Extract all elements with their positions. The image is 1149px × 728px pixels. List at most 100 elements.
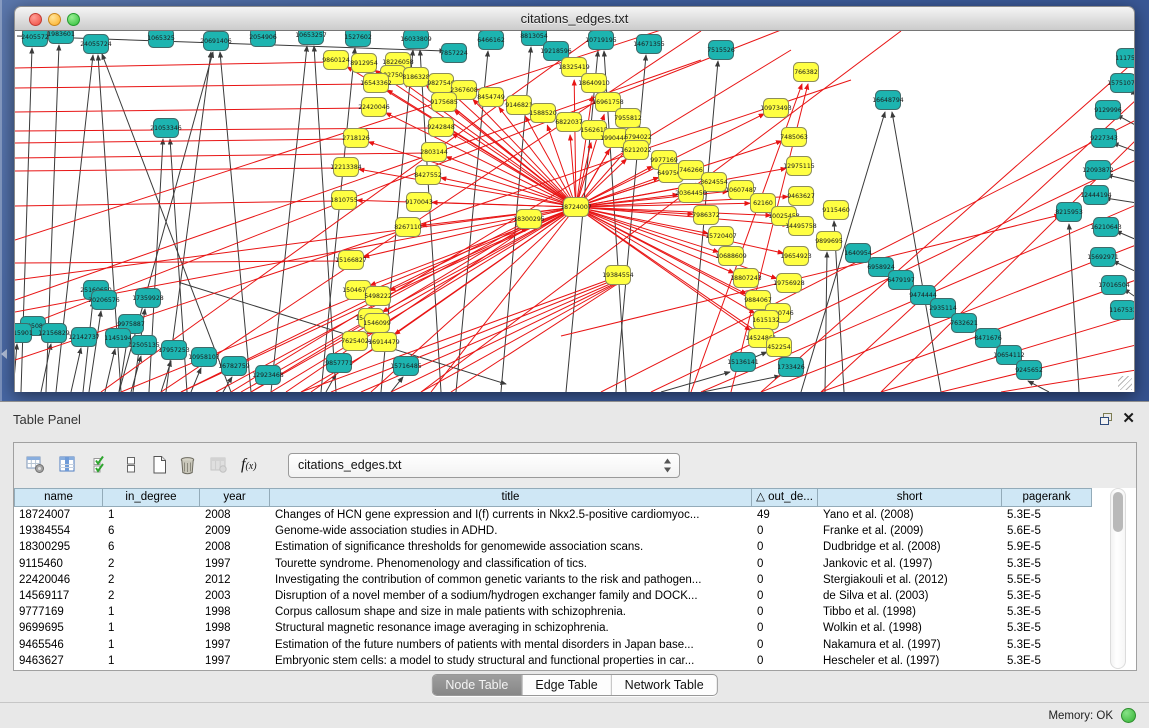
scrollbar-thumb[interactable] bbox=[1113, 492, 1123, 532]
cell-name[interactable]: 19384554 bbox=[14, 523, 103, 539]
cell-year[interactable]: 1998 bbox=[200, 620, 270, 636]
graph-node[interactable]: 9115460 bbox=[822, 201, 850, 220]
graph-node[interactable]: 10958107 bbox=[188, 348, 220, 367]
graph-node[interactable]: 1615132 bbox=[752, 311, 780, 330]
graph-node[interactable]: 20691406 bbox=[200, 32, 232, 51]
table-row[interactable]: 946362711997Embryonic stem cells: a mode… bbox=[14, 653, 1104, 669]
unselect-all-columns-icon[interactable] bbox=[124, 455, 138, 479]
cell-name[interactable]: 18724007 bbox=[14, 507, 103, 523]
graph-node[interactable]: 1117533 bbox=[1115, 49, 1134, 68]
cell-pagerank[interactable]: 5.3E-5 bbox=[1002, 637, 1092, 653]
column-header-short[interactable]: short bbox=[818, 488, 1002, 507]
cell-short[interactable]: Dudbridge et al. (2008) bbox=[818, 539, 1002, 555]
cell-in_degree[interactable]: 6 bbox=[103, 539, 200, 555]
graph-node[interactable]: 7955812 bbox=[614, 109, 642, 128]
graph-node[interactable]: 10973493 bbox=[760, 99, 792, 118]
cell-out_degree[interactable]: 0 bbox=[752, 604, 818, 620]
graph-node[interactable]: 12142737 bbox=[68, 328, 100, 347]
graph-node[interactable]: 9860124 bbox=[322, 51, 350, 70]
graph-node[interactable]: 12923468 bbox=[252, 366, 284, 385]
graph-node[interactable]: 1733426 bbox=[777, 358, 805, 377]
delete-column-icon[interactable] bbox=[177, 455, 198, 481]
cell-name[interactable]: 9777169 bbox=[14, 604, 103, 620]
table-row[interactable]: 2242004622012Investigating the contribut… bbox=[14, 572, 1104, 588]
graph-node[interactable]: 18640910 bbox=[578, 74, 610, 93]
graph-node[interactable]: 6479197 bbox=[887, 271, 915, 290]
graph-node[interactable]: 1065325 bbox=[147, 31, 175, 48]
cell-in_degree[interactable]: 1 bbox=[103, 620, 200, 636]
cell-pagerank[interactable]: 5.5E-5 bbox=[1002, 572, 1092, 588]
graph-node[interactable]: 9463627 bbox=[787, 187, 815, 206]
show-columns-icon[interactable] bbox=[58, 455, 77, 479]
graph-node[interactable]: 15692971 bbox=[1087, 248, 1119, 267]
graph-node[interactable]: 3915901 bbox=[15, 324, 33, 343]
cell-name[interactable]: 9465546 bbox=[14, 637, 103, 653]
cell-name[interactable]: 9699695 bbox=[14, 620, 103, 636]
graph-node[interactable]: 18807243 bbox=[730, 269, 762, 288]
graph-node[interactable]: 8912954 bbox=[350, 54, 378, 73]
cell-out_degree[interactable]: 0 bbox=[752, 556, 818, 572]
graph-node[interactable]: 7857224 bbox=[440, 44, 468, 63]
graph-node[interactable]: 22420046 bbox=[358, 98, 390, 117]
cell-pagerank[interactable]: 5.3E-5 bbox=[1002, 556, 1092, 572]
graph-node[interactable]: 766382 bbox=[794, 63, 819, 82]
cell-year[interactable]: 2009 bbox=[200, 523, 270, 539]
graph-node[interactable]: 16648794 bbox=[872, 91, 904, 110]
tab-edge-table[interactable]: Edge Table bbox=[522, 675, 611, 695]
graph-node[interactable]: 1167533 bbox=[1109, 301, 1134, 320]
cell-in_degree[interactable]: 2 bbox=[103, 572, 200, 588]
graph-node[interactable]: 14495758 bbox=[785, 217, 817, 236]
graph-node[interactable]: 17016504 bbox=[1098, 276, 1130, 295]
cell-out_degree[interactable]: 0 bbox=[752, 588, 818, 604]
cell-short[interactable]: Jankovic et al. (1997) bbox=[818, 556, 1002, 572]
graph-node[interactable]: 1640954 bbox=[844, 244, 872, 263]
graph-node[interactable]: 19654923 bbox=[780, 247, 812, 266]
cell-year[interactable]: 1997 bbox=[200, 637, 270, 653]
table-row[interactable]: 1456911722003Disruption of a novel membe… bbox=[14, 588, 1104, 604]
graph-node[interactable]: 7986372 bbox=[692, 206, 720, 225]
cell-in_degree[interactable]: 6 bbox=[103, 523, 200, 539]
close-panel-icon[interactable]: ✕ bbox=[1122, 409, 1135, 427]
cell-pagerank[interactable]: 5.3E-5 bbox=[1002, 588, 1092, 604]
graph-node[interactable]: 8454749 bbox=[477, 88, 505, 107]
cell-pagerank[interactable]: 5.6E-5 bbox=[1002, 523, 1092, 539]
graph-node[interactable]: 2054906 bbox=[249, 31, 277, 47]
column-header-name[interactable]: name bbox=[14, 488, 103, 507]
graph-node[interactable]: 8186328 bbox=[402, 68, 430, 87]
graph-node[interactable]: 452254 bbox=[767, 338, 792, 357]
network-table-select[interactable]: citations_edges.txt bbox=[288, 453, 680, 478]
graph-node[interactable]: 16212022 bbox=[620, 141, 652, 160]
create-column-icon[interactable] bbox=[150, 455, 169, 480]
cell-pagerank[interactable]: 5.3E-5 bbox=[1002, 653, 1092, 669]
graph-node[interactable]: 20206576 bbox=[88, 291, 120, 310]
cell-title[interactable]: Estimation of the future numbers of pati… bbox=[270, 637, 752, 653]
cell-title[interactable]: Embryonic stem cells: a model to study s… bbox=[270, 653, 752, 669]
graph-node[interactable]: 8813054 bbox=[520, 31, 548, 46]
graph-node[interactable]: 9245652 bbox=[1015, 361, 1043, 380]
graph-node[interactable]: 1588520 bbox=[529, 104, 557, 123]
graph-node[interactable]: 12213384 bbox=[330, 158, 362, 177]
column-header-year[interactable]: year bbox=[200, 488, 270, 507]
float-panel-icon[interactable] bbox=[1099, 412, 1114, 431]
graph-node[interactable]: 12975115 bbox=[783, 157, 815, 176]
cell-year[interactable]: 2008 bbox=[200, 539, 270, 555]
table-settings-icon[interactable] bbox=[26, 455, 45, 479]
cell-name[interactable]: 18300295 bbox=[14, 539, 103, 555]
cell-title[interactable]: Genome-wide association studies in ADHD. bbox=[270, 523, 752, 539]
graph-node[interactable]: 9899695 bbox=[815, 232, 843, 251]
graph-node[interactable]: 17957253 bbox=[158, 341, 190, 360]
cell-title[interactable]: Disruption of a novel member of a sodium… bbox=[270, 588, 752, 604]
graph-node[interactable]: 15720407 bbox=[705, 227, 737, 246]
cell-short[interactable]: de Silva et al. (2003) bbox=[818, 588, 1002, 604]
cell-in_degree[interactable]: 1 bbox=[103, 637, 200, 653]
cell-year[interactable]: 2008 bbox=[200, 507, 270, 523]
cell-in_degree[interactable]: 1 bbox=[103, 653, 200, 669]
cell-name[interactable]: 9115460 bbox=[14, 556, 103, 572]
cell-year[interactable]: 2003 bbox=[200, 588, 270, 604]
table-row[interactable]: 946554611997Estimation of the future num… bbox=[14, 637, 1104, 653]
graph-node[interactable]: 16210643 bbox=[1090, 218, 1122, 237]
table-row[interactable]: 1872400712008Changes of HCN gene express… bbox=[14, 507, 1104, 523]
graph-node[interactable]: 10653257 bbox=[295, 31, 327, 45]
column-header-pagerank[interactable]: pagerank bbox=[1002, 488, 1092, 507]
graph-node[interactable]: 1983601 bbox=[47, 31, 75, 44]
